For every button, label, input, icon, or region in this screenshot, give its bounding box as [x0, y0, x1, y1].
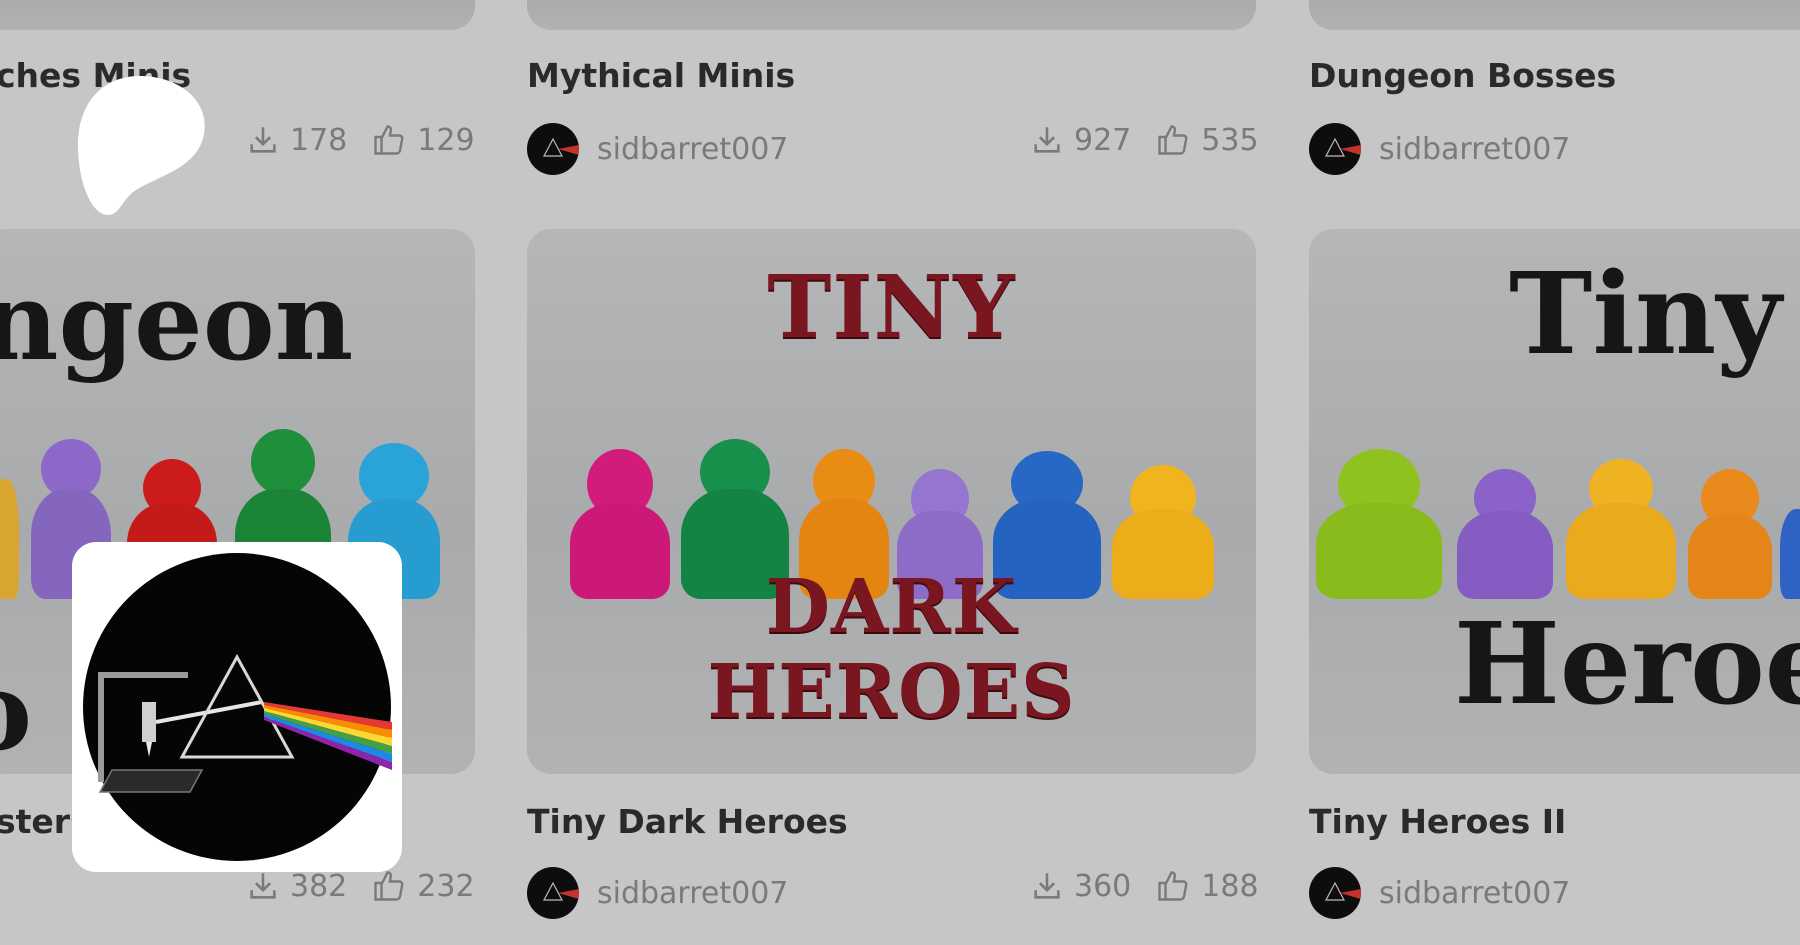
figure-lime [1309, 449, 1449, 599]
prism-icon [1325, 137, 1361, 157]
card-stats: 360 188 [1030, 868, 1259, 904]
patreon-logo[interactable] [78, 72, 210, 216]
image-heading: ngeon [0, 259, 354, 385]
download-icon [250, 127, 276, 153]
download-count: 382 [290, 868, 348, 904]
thumbs-up-icon[interactable] [371, 868, 407, 904]
image-subheading: HEROES [707, 649, 1076, 735]
card-stats: 382 232 [246, 868, 475, 904]
download-count: 927 [1074, 122, 1132, 158]
card-title[interactable]: Tiny Dark Heroes [527, 802, 848, 841]
card-stats: 178 129 [246, 122, 475, 158]
thumbs-up-icon[interactable] [1155, 122, 1191, 158]
download-count: 178 [290, 122, 348, 158]
image-subheading: Heroes [1454, 599, 1800, 730]
like-count: 129 [417, 122, 475, 158]
like-count: 188 [1201, 868, 1259, 904]
download-count: 360 [1074, 868, 1132, 904]
thumbs-up-icon[interactable] [371, 122, 407, 158]
figure-orange [1685, 469, 1775, 599]
like-count: 232 [417, 868, 475, 904]
card-image-top-left[interactable] [0, 0, 475, 30]
author-name[interactable]: sidbarret007 [1379, 132, 1570, 167]
image-subheading: DARK [765, 564, 1018, 650]
download-icon [1034, 127, 1060, 153]
figure-gold [1561, 459, 1681, 599]
prism-icon [543, 881, 579, 901]
card-author[interactable]: sidbarret007 [1309, 122, 1570, 176]
card-stats: 927 535 [1030, 122, 1259, 158]
card-image-top-right[interactable] [1309, 0, 1800, 30]
card-title[interactable]: Dungeon Bosses [1309, 56, 1616, 95]
author-avatar[interactable] [1309, 867, 1361, 919]
author-avatar[interactable] [1309, 123, 1361, 175]
author-name[interactable]: sidbarret007 [597, 132, 788, 167]
card-title[interactable]: Tiny Heroes II [1309, 802, 1566, 841]
prism-icon [1325, 881, 1361, 901]
author-avatar[interactable] [527, 867, 579, 919]
card-title[interactable]: Mythical Minis [527, 56, 795, 95]
figure-violet [1453, 469, 1557, 599]
author-name[interactable]: sidbarret007 [597, 876, 788, 911]
prism-icon [543, 137, 579, 157]
miniature-figures [1309, 439, 1800, 599]
card-author[interactable]: sidbarret007 [527, 122, 788, 176]
card-image-top-middle[interactable] [527, 0, 1256, 30]
author-avatar[interactable] [527, 123, 579, 175]
image-heading: TINY [767, 257, 1016, 358]
image-heading: Tiny [1509, 249, 1782, 380]
card-image-tiny-dark-heroes[interactable]: TINY DARK HEROES [527, 229, 1256, 774]
card-author[interactable]: sidbarret007 [1309, 866, 1570, 920]
like-count: 535 [1201, 122, 1259, 158]
download-icon [250, 873, 276, 899]
author-name[interactable]: sidbarret007 [1379, 876, 1570, 911]
prism-printer-avatar-icon [83, 553, 392, 861]
card-author[interactable]: sidbarret007 [527, 866, 788, 920]
download-icon [1034, 873, 1060, 899]
figure-blue [1779, 489, 1800, 599]
figure-yellow [0, 449, 20, 599]
thumbs-up-icon[interactable] [1155, 868, 1191, 904]
creator-avatar[interactable] [72, 542, 402, 872]
card-image-tiny-heroes-ii[interactable]: Tiny Heroes [1309, 229, 1800, 774]
